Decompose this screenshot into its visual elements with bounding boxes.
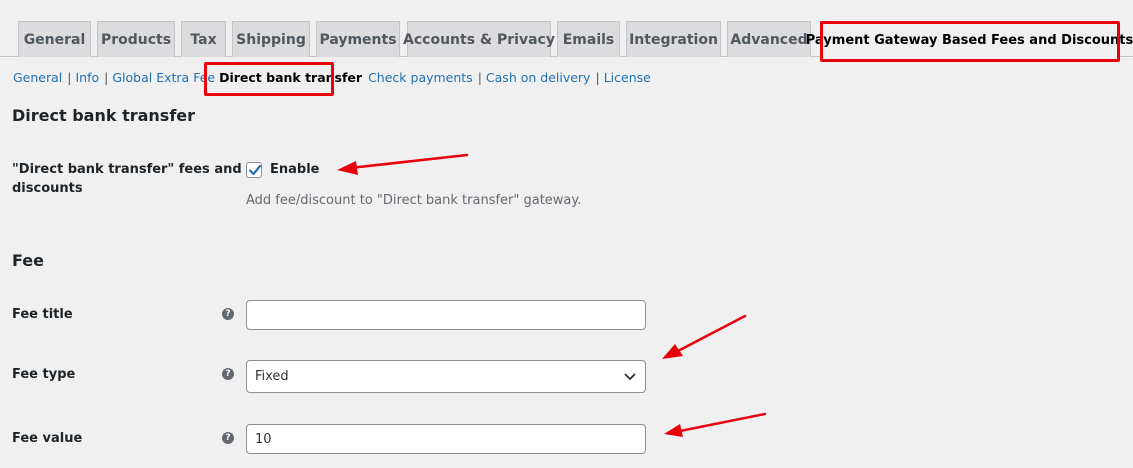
subnav-separator: | <box>104 69 109 85</box>
arrow-to-fee-value <box>678 412 767 433</box>
subnav-info[interactable]: Info <box>75 70 99 85</box>
tab-emails[interactable]: Emails <box>557 21 620 57</box>
tab-advanced[interactable]: Advanced <box>727 21 811 57</box>
fee-value-input[interactable]: 10 <box>246 424 646 454</box>
subnav-direct-bank-transfer: Direct bank transfer <box>219 69 363 85</box>
enable-description: Add fee/discount to "Direct bank transfe… <box>246 193 582 208</box>
fee-title-label: Fee title <box>12 307 73 322</box>
enable-checkbox[interactable] <box>246 162 262 178</box>
tab-integration[interactable]: Integration <box>626 21 721 57</box>
fee-value-label: Fee value <box>12 431 83 446</box>
subnav-cash-on-delivery[interactable]: Cash on delivery <box>486 70 591 85</box>
fee-type-label: Fee type <box>12 367 76 382</box>
fee-type-value: Fixed <box>255 369 289 384</box>
settings-tabs: General Products Tax Shipping Payments A… <box>0 0 1133 58</box>
help-icon[interactable]: ? <box>222 308 234 320</box>
tab-tax[interactable]: Tax <box>181 21 226 57</box>
subnav-check-payments[interactable]: Check payments <box>368 70 473 85</box>
tab-products[interactable]: Products <box>97 21 175 57</box>
arrow-to-enable <box>348 153 469 170</box>
tab-payment-gateway-fees[interactable]: Payment Gateway Based Fees and Discounts <box>806 21 1133 58</box>
arrow-to-fee-type <box>674 314 747 354</box>
enable-label-line1: "Direct bank transfer" fees and <box>12 162 242 177</box>
enable-checkbox-label[interactable]: Enable <box>270 162 320 177</box>
subnav-general[interactable]: General <box>13 70 62 85</box>
fee-section-title: Fee <box>12 251 44 270</box>
tab-general[interactable]: General <box>18 21 91 57</box>
section-title: Direct bank transfer <box>12 106 196 125</box>
enable-label-line2: discounts <box>12 181 83 196</box>
fee-title-input[interactable] <box>246 300 646 330</box>
subnav-separator: | <box>67 69 72 85</box>
tab-payments[interactable]: Payments <box>316 21 400 57</box>
tab-accounts-privacy[interactable]: Accounts & Privacy <box>403 21 555 57</box>
chevron-down-icon <box>624 373 636 380</box>
help-icon[interactable]: ? <box>222 432 234 444</box>
subnav-separator: | <box>595 69 600 85</box>
arrow-head <box>664 424 683 437</box>
arrow-head <box>662 344 683 359</box>
fee-type-select[interactable]: Fixed <box>246 360 646 393</box>
subnav-global-extra-fee[interactable]: Global Extra Fee <box>112 70 215 85</box>
help-icon[interactable]: ? <box>222 368 234 380</box>
arrow-head <box>337 161 358 175</box>
checkmark-icon <box>248 164 262 176</box>
subnav-separator: | <box>477 69 482 85</box>
subsection-nav: General | Info | Global Extra Fee Direct… <box>13 68 651 86</box>
subnav-license[interactable]: License <box>604 70 651 85</box>
tab-shipping[interactable]: Shipping <box>232 21 310 57</box>
